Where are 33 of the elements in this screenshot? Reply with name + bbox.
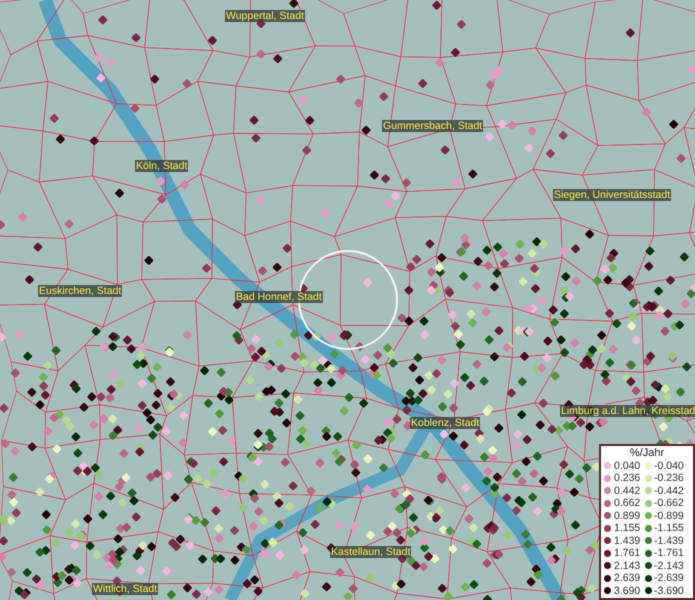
place-label: Siegen, Universitätsstadt xyxy=(553,189,672,201)
place-label: Koblenz, Stadt xyxy=(410,417,480,429)
legend-title: %/Jahr xyxy=(628,446,666,460)
legend-value: 2.639 xyxy=(614,572,642,584)
place-label: Limburg a.d. Lahn, Kreisstad xyxy=(560,405,695,417)
legend-value: 0.899 xyxy=(614,510,642,522)
place-label: Kastellaun, Stadt xyxy=(330,546,412,558)
legend-value: -1.155 xyxy=(654,522,684,534)
legend-value: 1.439 xyxy=(614,534,642,547)
place-label: Wuppertal, Stadt xyxy=(225,10,306,22)
place-label: Wittlich, Stadt xyxy=(92,583,158,595)
place-label: Gummersbach, Stadt xyxy=(382,120,484,132)
legend-value: -2.639 xyxy=(654,572,684,584)
legend-value: 0.662 xyxy=(614,497,642,510)
legend-value: -1.439 xyxy=(654,534,684,547)
legend-value: 2.143 xyxy=(614,560,642,572)
legend-value: 1.761 xyxy=(614,547,642,560)
place-label: Köln, Stadt xyxy=(135,160,188,172)
legend-value: 0.442 xyxy=(614,484,642,497)
legend-value: 1.155 xyxy=(614,522,642,534)
legend-value: -0.442 xyxy=(654,484,684,497)
legend-value: -0.662 xyxy=(654,497,684,510)
legend-value: 0.040 xyxy=(614,460,642,472)
legend-value: 0.236 xyxy=(614,472,642,484)
place-label: Bad Honnef, Stadt xyxy=(235,291,323,303)
legend-value: -2.143 xyxy=(654,560,684,572)
legend-value: -0.899 xyxy=(654,510,684,522)
legend-value: -0.040 xyxy=(654,460,684,472)
legend-value: 3.690 xyxy=(614,584,642,597)
legend-value: -3.690 xyxy=(654,584,684,597)
place-label: Euskirchen, Stadt xyxy=(38,285,122,297)
legend-value: -0.236 xyxy=(654,472,684,484)
legend-value: -1.761 xyxy=(654,547,684,560)
